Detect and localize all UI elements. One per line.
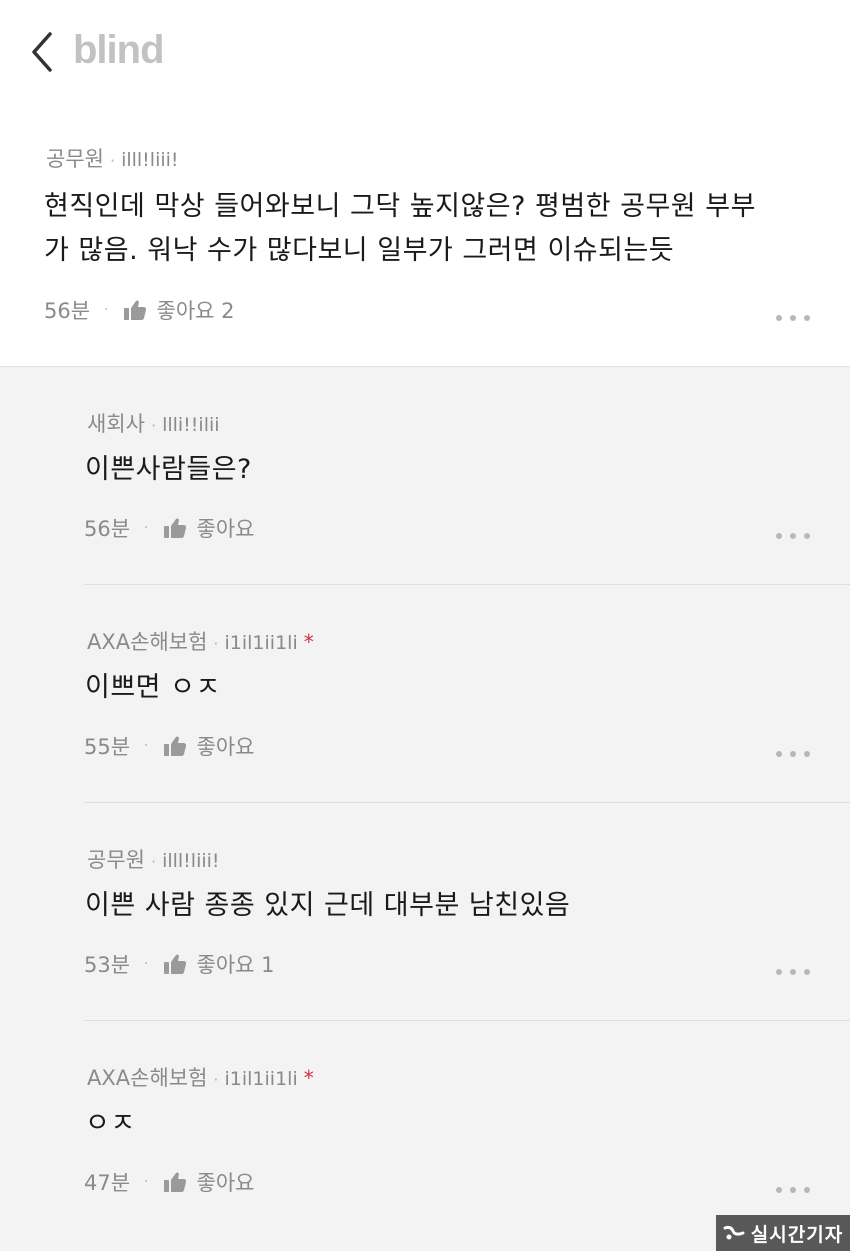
comment-body: 현직인데 막상 들어와보니 그닥 높지않은? 평범한 공무원 부부 가 많음. … [44,185,824,273]
more-options-button[interactable] [776,747,810,761]
separator-dot: · [144,738,149,754]
separator-dot: · [213,1070,219,1089]
nickname[interactable]: illl!liii! [162,850,219,872]
reply-meta: AXA손해보험 · i1il1ii1li * [87,1062,314,1092]
separator-dot: · [144,1174,149,1190]
reply-meta: 공무원 · illl!liii! [87,844,220,874]
separator-dot: · [144,520,149,536]
watermark: 실시간기자 [716,1215,850,1251]
nickname[interactable]: i1il1ii1li [225,1068,298,1090]
timestamp: 55분 [84,735,131,759]
more-dot [804,533,810,539]
app-header: blind [0,0,850,100]
reply-text: 이쁜사람들은? [85,454,252,485]
thumbs-up-icon[interactable] [163,953,187,975]
chevron-left-icon [32,32,52,72]
reply-footer: 56분 · 좋아요 [84,513,254,543]
more-dot [790,751,796,757]
more-dot [804,1187,810,1193]
separator-dot: · [213,634,219,653]
reply-meta: 새회사 · llli!!ilii [87,408,220,438]
comment-thread-page: blind 공무원 · illl!liii! 현직인데 막상 들어와보니 그닥 높지… [0,0,850,1251]
separator-dot: · [144,956,149,972]
more-options-button[interactable] [776,1183,810,1197]
more-dot [804,969,810,975]
timestamp: 53분 [84,953,131,977]
more-options-button[interactable] [776,965,810,979]
separator-dot: · [150,416,157,435]
reply-item: 공무원 · illl!liii! 이쁜 사람 종종 있지 근데 대부분 남친있음 5… [0,803,850,1021]
thumbs-up-icon[interactable] [123,299,147,321]
more-horizontal-icon [776,1187,782,1193]
more-dot [790,315,796,321]
more-horizontal-icon [776,751,782,757]
like-button[interactable]: 좋아요 1 [197,949,275,979]
app-logo[interactable]: blind [73,28,165,73]
reply-item: 새회사 · llli!!ilii 이쁜사람들은? 56분 · 좋아요 [0,367,850,585]
more-horizontal-icon [776,533,782,539]
more-dot [804,315,810,321]
more-options-button[interactable] [776,311,810,325]
reply-footer: 53분 · 좋아요 1 [84,949,275,979]
reply-footer: 47분 · 좋아요 [84,1167,254,1197]
thumbs-up-icon[interactable] [163,517,187,539]
watermark-text: 실시간기자 [750,1223,844,1246]
like-button[interactable]: 좋아요 [197,731,255,761]
separator-dot: · [150,852,157,871]
company-name[interactable]: 공무원 [46,147,104,171]
company-name[interactable]: AXA손해보험 [87,630,207,654]
like-button[interactable]: 좋아요 [197,1167,255,1197]
comment-footer: 56분 · 좋아요 2 [44,295,235,325]
reply-footer: 55분 · 좋아요 [84,731,254,761]
nickname[interactable]: llli!!ilii [162,414,219,436]
more-dot [790,969,796,975]
comment-meta: 공무원 · illl!liii! [46,143,179,173]
reply-text: 이쁜 사람 종종 있지 근데 대부분 남친있음 [85,890,571,921]
more-dot [804,751,810,757]
reply-item: AXA손해보험 · i1il1ii1li * 이쁘면 ㅇㅈ 55분 · 좋아요 [0,585,850,803]
company-name[interactable]: AXA손해보험 [87,1066,207,1090]
more-options-button[interactable] [776,529,810,543]
verified-star: * [303,630,314,654]
timestamp: 56분 [84,517,131,541]
comment-text-line: 가 많음. 워낙 수가 많다보니 일부가 그러면 이슈되는듯 [44,235,675,266]
news-logo-icon [723,1225,745,1240]
verified-star: * [303,1066,314,1090]
back-button[interactable] [26,30,62,74]
main-comment: 공무원 · illl!liii! 현직인데 막상 들어와보니 그닥 높지않은? 평범… [0,100,850,367]
reply-text: 이쁘면 ㅇㅈ [85,672,221,703]
thumbs-up-icon[interactable] [163,735,187,757]
more-horizontal-icon [776,315,782,321]
separator-dot: · [109,151,116,170]
company-name[interactable]: 공무원 [87,848,145,872]
like-button[interactable]: 좋아요 [197,513,255,543]
more-horizontal-icon [776,969,782,975]
more-dot [790,1187,796,1193]
like-button[interactable]: 좋아요 2 [157,295,235,325]
comment-text-line: 현직인데 막상 들어와보니 그닥 높지않은? 평범한 공무원 부부 [44,191,756,222]
company-name[interactable]: 새회사 [87,412,145,436]
nickname[interactable]: i1il1ii1li [225,632,298,654]
thumbs-up-icon[interactable] [163,1171,187,1193]
reply-text: ㅇㅈ [85,1108,136,1139]
reply-meta: AXA손해보험 · i1il1ii1li * [87,626,314,656]
timestamp: 47분 [84,1171,131,1195]
nickname[interactable]: illl!liii! [121,149,178,171]
more-dot [790,533,796,539]
timestamp: 56분 [44,299,91,323]
separator-dot: · [104,302,109,318]
reply-item: AXA손해보험 · i1il1ii1li * ㅇㅈ 47분 · 좋아요 [0,1021,850,1239]
